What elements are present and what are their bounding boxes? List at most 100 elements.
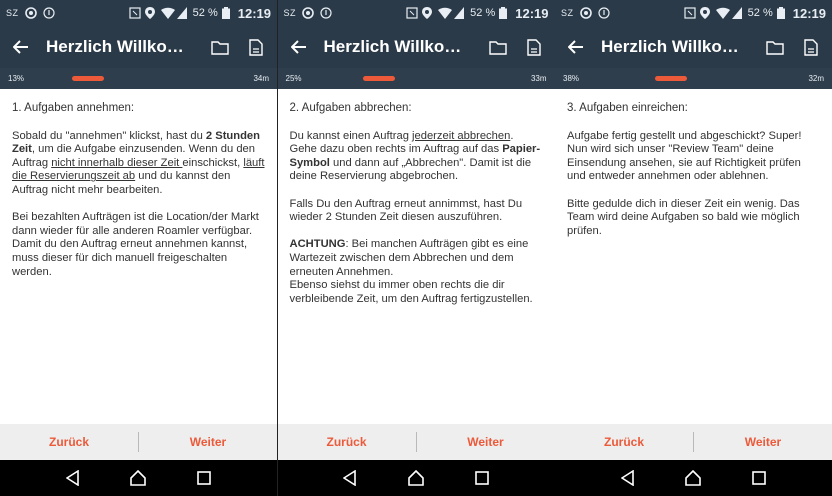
gear-notification-icon [302, 7, 314, 19]
info-notification-icon [42, 7, 55, 19]
folder-icon[interactable] [764, 36, 786, 58]
folder-icon[interactable] [487, 36, 509, 58]
section-heading: 1. Aufgaben annehmen: [12, 102, 135, 114]
footer-bar: Zurück Weiter [0, 424, 277, 460]
wifi-icon [438, 7, 453, 19]
battery-percent: 52 % [470, 7, 496, 19]
document-icon[interactable] [245, 36, 267, 58]
nav-recent-icon[interactable] [749, 468, 769, 488]
clock: 12:19 [515, 5, 549, 21]
paragraph-2: Falls Du den Auftrag erneut annimmst, ha… [289, 197, 523, 224]
nfc-icon [684, 7, 696, 19]
back-button[interactable]: Zurück [555, 435, 693, 449]
gear-notification-icon [579, 7, 592, 19]
next-button[interactable]: Weiter [694, 435, 832, 449]
next-button[interactable]: Weiter [139, 435, 277, 449]
status-bar: SZ 52 % 12:19 [277, 0, 555, 26]
progress-row: 13% 34m [0, 68, 277, 89]
progress-fill [654, 76, 687, 81]
back-button[interactable]: Zurück [278, 435, 416, 449]
paragraph-3: ACHTUNG: Bei manchen Aufträgen gibt es e… [289, 238, 533, 305]
phone-screen-3: SZ 52 % 12:19 Herzlich Willkomm... 38% 3… [555, 0, 832, 496]
page-title: Herzlich Willkomm... [46, 37, 195, 56]
nav-home-icon[interactable] [683, 468, 703, 488]
nav-recent-icon[interactable] [194, 468, 214, 488]
progress-percent: 38% [563, 74, 580, 83]
wifi-icon [160, 7, 175, 19]
progress-percent: 25% [285, 74, 302, 83]
progress-bar [336, 76, 519, 81]
carrier-label: SZ [283, 8, 297, 18]
back-button[interactable]: Zurück [0, 435, 138, 449]
footer-bar: Zurück Weiter [277, 424, 555, 460]
document-icon[interactable] [523, 36, 545, 58]
phone-screen-2: SZ 52 % 12:19 Herzlich Willkomm... 25% 3… [277, 0, 555, 496]
battery-icon [221, 7, 234, 19]
signal-icon [731, 7, 744, 19]
time-remaining: 32m [808, 74, 824, 83]
system-nav-bar [0, 460, 277, 496]
paragraph-2: Bei bezahlten Aufträgen ist die Location… [12, 211, 259, 278]
section-heading: 2. Aufgaben abbrechen: [289, 102, 412, 114]
carrier-label: SZ [561, 8, 574, 18]
document-icon[interactable] [800, 36, 822, 58]
back-arrow-icon[interactable] [288, 36, 310, 58]
clock: 12:19 [792, 5, 826, 21]
nfc-icon [406, 7, 418, 19]
battery-percent: 52 % [747, 7, 773, 19]
system-nav-bar [277, 460, 555, 496]
nav-back-icon[interactable] [63, 468, 83, 488]
nav-recent-icon[interactable] [472, 468, 492, 488]
progress-fill [362, 76, 395, 81]
progress-fill [72, 76, 105, 81]
time-remaining: 33m [530, 74, 547, 83]
location-icon [699, 7, 712, 19]
progress-bar [613, 76, 796, 81]
clock: 12:19 [237, 5, 271, 21]
time-remaining: 34m [253, 74, 269, 83]
phone-screen-1: SZ 52 % 12:19 Herzlich Willkomm... 13% 3… [0, 0, 277, 496]
gear-notification-icon [24, 7, 37, 19]
carrier-label: SZ [6, 8, 19, 18]
next-button[interactable]: Weiter [417, 435, 555, 449]
footer-bar: Zurück Weiter [555, 424, 832, 460]
page-title: Herzlich Willkomm... [323, 37, 473, 56]
content: 1. Aufgaben annehmen: Sobald du "annehme… [0, 89, 277, 279]
progress-row: 25% 33m [277, 68, 555, 89]
nav-home-icon[interactable] [406, 468, 426, 488]
nav-home-icon[interactable] [128, 468, 148, 488]
progress-percent: 13% [8, 74, 25, 83]
status-bar: SZ 52 % 12:19 [555, 0, 832, 26]
wifi-icon [715, 7, 730, 19]
location-icon [422, 7, 434, 19]
battery-icon [776, 7, 789, 19]
signal-icon [176, 7, 189, 19]
nav-back-icon[interactable] [340, 468, 360, 488]
nfc-icon [129, 7, 141, 19]
paragraph-2: Bitte gedulde dich in dieser Zeit ein we… [567, 197, 800, 237]
location-icon [144, 7, 157, 19]
content: 3. Aufgaben einreichen: Aufgabe fertig g… [555, 89, 832, 238]
nav-back-icon[interactable] [618, 468, 638, 488]
back-arrow-icon[interactable] [565, 36, 587, 58]
app-bar: Herzlich Willkomm... [277, 26, 555, 68]
info-notification-icon [320, 7, 332, 19]
app-bar: Herzlich Willkomm... [555, 26, 832, 68]
section-heading: 3. Aufgaben einreichen: [567, 102, 688, 114]
system-nav-bar [555, 460, 832, 496]
back-arrow-icon[interactable] [10, 36, 32, 58]
paragraph-1: Aufgabe fertig gestellt und abgeschickt?… [567, 129, 802, 183]
screenshot-stage: SZ 52 % 12:19 Herzlich Willkomm... 13% 3… [0, 0, 832, 496]
page-title: Herzlich Willkomm... [601, 37, 750, 56]
status-bar: SZ 52 % 12:19 [0, 0, 277, 26]
info-notification-icon [597, 7, 610, 19]
folder-icon[interactable] [209, 36, 231, 58]
battery-icon [499, 7, 511, 19]
content: 2. Aufgaben abbrechen: Du kannst einen A… [278, 89, 555, 306]
progress-bar [58, 76, 241, 81]
signal-icon [454, 7, 466, 19]
paragraph-1: Du kannst einen Auftrag jederzeit abbrec… [289, 129, 541, 183]
app-bar: Herzlich Willkomm... [0, 26, 277, 68]
battery-percent: 52 % [192, 7, 218, 19]
paragraph-1: Sobald du "annehmen" klickst, hast du 2 … [12, 129, 265, 196]
